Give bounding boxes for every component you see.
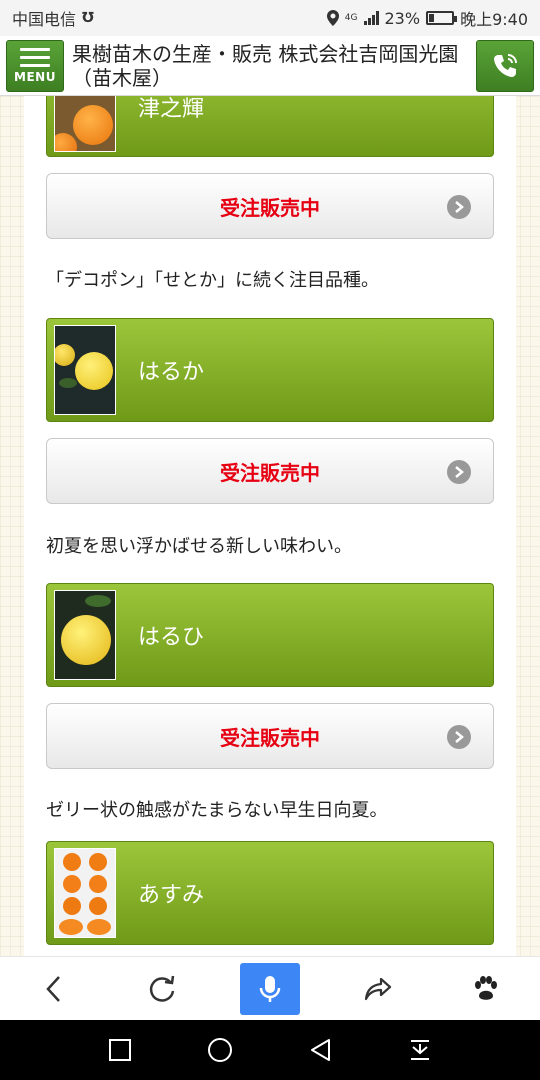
variety-thumbnail	[54, 848, 116, 938]
chevron-right-icon	[447, 195, 471, 219]
variety-thumbnail	[54, 325, 116, 415]
variety-card[interactable]: 津之輝	[46, 96, 494, 157]
chevron-right-icon	[447, 725, 471, 749]
location-icon	[326, 10, 339, 26]
back-icon	[46, 975, 60, 1002]
battery-icon	[426, 11, 458, 25]
home-icon[interactable]	[207, 1037, 233, 1063]
variety-name: 津之輝	[138, 96, 205, 122]
main-content: 津之輝 受注販売中 「デコポン」「せとか」に続く注目品種。 はるか 受注販売中 …	[0, 96, 540, 956]
back-button[interactable]	[24, 963, 84, 1015]
download-icon[interactable]	[408, 1038, 432, 1062]
variety-card[interactable]: はるひ	[46, 583, 494, 687]
order-label: 受注販売中	[220, 460, 320, 485]
menu-label: MENU	[14, 69, 56, 84]
status-bar: 中国电信 ℧ 4G 23% 晚上9:40	[0, 0, 540, 36]
order-label: 受注販売中	[220, 195, 320, 220]
phone-button[interactable]	[476, 39, 534, 92]
chevron-right-icon	[447, 460, 471, 484]
paw-button[interactable]	[456, 963, 516, 1015]
variety-description: ゼリー状の触感がたまらない早生日向夏。	[46, 800, 388, 821]
system-nav-bar	[0, 1020, 540, 1080]
site-header: MENU 果樹苗木の生産・販売 株式会社吉岡国光園（苗木屋）	[0, 36, 540, 96]
hamburger-icon	[20, 47, 50, 67]
variety-thumbnail	[54, 96, 116, 152]
variety-thumbnail	[54, 590, 116, 680]
refresh-button[interactable]	[132, 963, 192, 1015]
variety-description: 「デコポン」「せとか」に続く注目品種。	[46, 270, 379, 291]
clock: 晚上9:40	[460, 10, 528, 29]
share-button[interactable]	[348, 963, 408, 1015]
battery-fill	[429, 14, 435, 22]
variety-card[interactable]: あすみ	[46, 841, 494, 945]
variety-name: はるひ	[138, 625, 205, 650]
variety-description: 初夏を思い浮かばせる新しい味わい。	[46, 536, 352, 557]
back-triangle-icon[interactable]	[309, 1038, 333, 1062]
variety-card[interactable]: はるか	[46, 318, 494, 422]
paw-icon	[475, 975, 497, 1000]
notification-icon: ℧	[82, 10, 94, 26]
order-button[interactable]: 受注販売中	[46, 703, 494, 769]
order-button[interactable]: 受注販売中	[46, 438, 494, 504]
share-icon	[364, 977, 392, 1000]
refresh-icon	[149, 975, 175, 1002]
variety-name: あすみ	[138, 883, 205, 908]
microphone-icon	[259, 975, 281, 1002]
variety-name: はるか	[138, 360, 205, 385]
signal-icon	[363, 11, 379, 25]
browser-toolbar	[0, 956, 540, 1020]
menu-button[interactable]: MENU	[6, 39, 64, 92]
recents-icon[interactable]	[108, 1038, 132, 1062]
network-type-icon: 4G	[344, 12, 358, 23]
site-title: 果樹苗木の生産・販売 株式会社吉岡国光園（苗木屋）	[72, 41, 459, 90]
order-label: 受注販売中	[220, 725, 320, 750]
order-button[interactable]: 受注販売中	[46, 173, 494, 239]
phone-icon	[494, 53, 517, 77]
carrier-label: 中国电信	[12, 10, 77, 29]
battery-percent: 23%	[384, 8, 421, 28]
voice-search-button[interactable]	[240, 962, 300, 1015]
